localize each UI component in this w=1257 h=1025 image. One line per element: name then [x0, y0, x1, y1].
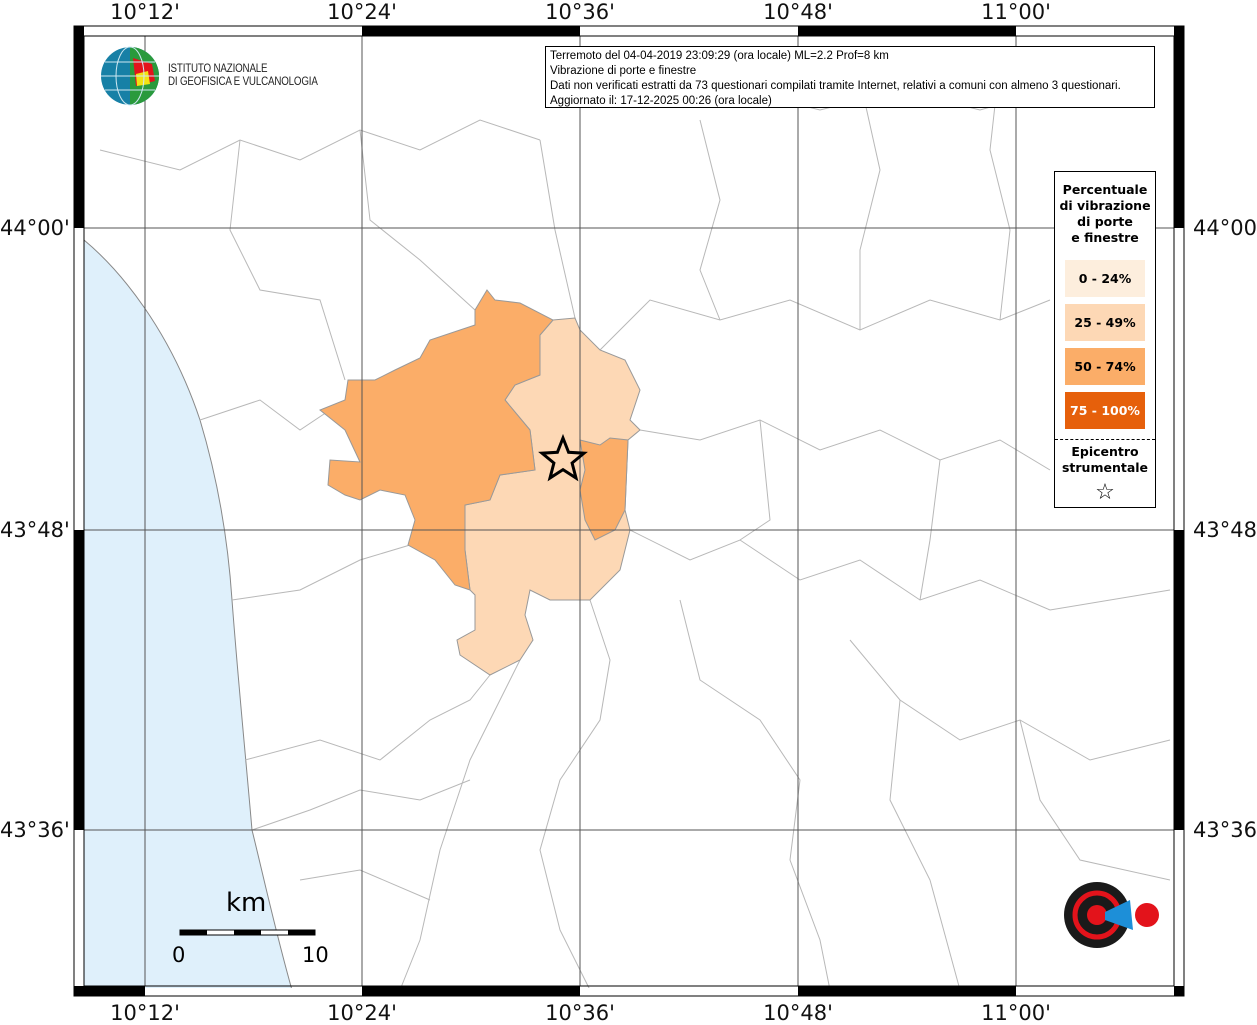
legend-swatch-0-24: 0 - 24% — [1065, 260, 1145, 297]
scale-max: 10 — [302, 943, 329, 967]
scale-bar — [179, 929, 316, 936]
data-note: Dati non verificati estratti da 73 quest… — [550, 80, 1121, 92]
lon-label-bottom: 10°12' — [110, 1001, 180, 1025]
scale-min: 0 — [172, 943, 186, 967]
lon-label-top: 10°48' — [763, 0, 833, 24]
epicenter-label-line: Epicentro — [1071, 444, 1139, 459]
legend-title: Percentuale di vibrazione di porte e fin… — [1055, 182, 1155, 246]
municipal-boundaries — [99, 59, 1171, 991]
scale-unit: km — [226, 888, 267, 918]
lon-label-bottom: 10°48' — [763, 1001, 833, 1025]
ingv-globe-icon — [101, 46, 159, 106]
legend-title-line: di vibrazione — [1059, 198, 1151, 213]
lat-label-right: 43°48' — [1193, 518, 1257, 542]
haisentito-logo — [1064, 882, 1159, 948]
lat-label-left: 43°48' — [0, 518, 70, 542]
lon-label-bottom: 10°36' — [545, 1001, 615, 1025]
ingv-name-line1: ISTITUTO NAZIONALE — [168, 63, 268, 75]
legend-star-icon: ☆ — [1095, 480, 1115, 505]
lon-label-top: 10°36' — [545, 0, 615, 24]
map-subject: Vibrazione di porte e finestre — [550, 65, 697, 77]
update-time: Aggiornato il: 17-12-2025 00:26 (ora loc… — [550, 95, 772, 107]
legend: Percentuale di vibrazione di porte e fin… — [1054, 171, 1156, 508]
legend-title-line: di porte — [1077, 214, 1133, 229]
lon-label-top: 10°24' — [327, 0, 397, 24]
epicenter-label: Epicentro strumentale — [1055, 444, 1155, 476]
event-info-box: Terremoto del 04-04-2019 23:09:29 (ora l… — [545, 46, 1155, 108]
lon-label-top: 11°00' — [981, 0, 1051, 24]
legend-title-line: Percentuale — [1062, 182, 1148, 197]
lat-label-right: 43°36' — [1193, 818, 1257, 842]
lat-label-left: 44°00' — [0, 216, 70, 240]
legend-title-line: e finestre — [1071, 230, 1139, 245]
event-title: Terremoto del 04-04-2019 23:09:29 (ora l… — [550, 50, 889, 62]
lon-label-bottom: 11°00' — [981, 1001, 1051, 1025]
intensity-map — [73, 25, 1185, 997]
epicenter-label-line: strumentale — [1061, 460, 1149, 475]
ingv-logo: ISTITUTO NAZIONALE DI GEOFISICA E VULCAN… — [100, 46, 344, 106]
legend-swatch-75-100: 75 - 100% — [1065, 392, 1145, 429]
legend-divider — [1055, 439, 1155, 440]
sea — [83, 238, 293, 991]
legend-swatch-50-74: 50 - 74% — [1065, 348, 1145, 385]
lat-label-right: 44°00' — [1193, 216, 1257, 240]
lon-label-top: 10°12' — [110, 0, 180, 24]
lat-label-left: 43°36' — [0, 818, 70, 842]
legend-swatch-25-49: 25 - 49% — [1065, 304, 1145, 341]
lon-label-bottom: 10°24' — [327, 1001, 397, 1025]
ingv-name-line2: DI GEOFISICA E VULCANOLOGIA — [168, 76, 318, 88]
